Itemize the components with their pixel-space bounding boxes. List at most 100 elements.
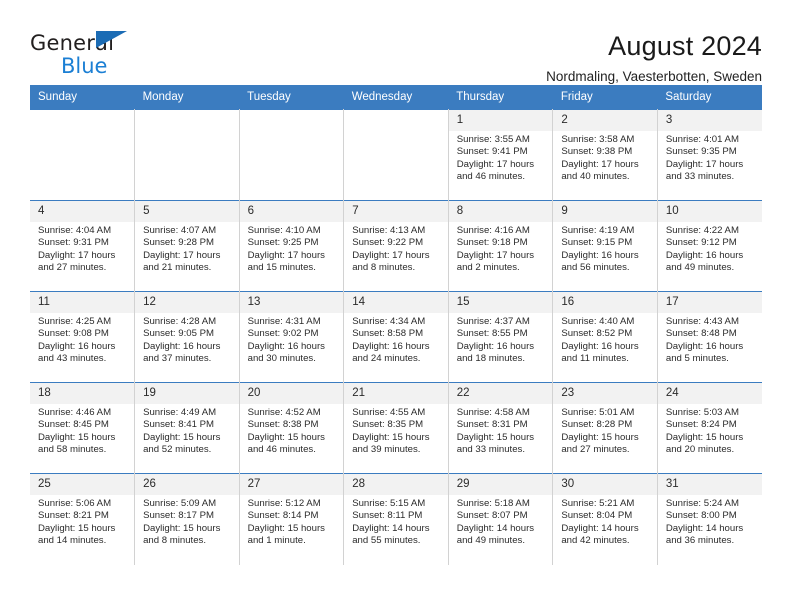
daylight-duration-line1: Daylight: 15 hours: [38, 522, 116, 534]
calendar-day-cell[interactable]: 2 Sunrise: 3:58 AM Sunset: 9:38 PM Daylight…: [552, 109, 658, 201]
logo-triangle-icon: [96, 31, 127, 48]
calendar-day-cell[interactable]: 1 Sunrise: 3:55 AM Sunset: 9:41 PM Daylight…: [447, 109, 554, 201]
day-sun-info: Sunrise: 3:55 AM Sunset: 9:41 PM Daylight:…: [449, 131, 553, 184]
day-sun-info: Sunrise: 4:40 AM Sunset: 8:52 PM Daylight:…: [553, 313, 657, 366]
day-sun-info: Sunrise: 5:18 AM Sunset: 8:07 PM Daylight:…: [449, 495, 553, 548]
calendar-day-cell[interactable]: 24 Sunrise: 5:03 AM Sunset: 8:24 PM Dayligh…: [656, 382, 762, 474]
daylight-duration-line1: Daylight: 17 hours: [143, 249, 221, 261]
calendar-day-cell[interactable]: 16 Sunrise: 4:40 AM Sunset: 8:52 PM Dayligh…: [552, 291, 658, 383]
day-number: 17: [657, 292, 762, 313]
day-sun-info: Sunrise: 4:34 AM Sunset: 8:58 PM Daylight:…: [344, 313, 448, 366]
calendar-day-cell[interactable]: 21 Sunrise: 4:55 AM Sunset: 8:35 PM Dayligh…: [343, 382, 449, 474]
calendar-day-cell[interactable]: 27 Sunrise: 5:12 AM Sunset: 8:14 PM Dayligh…: [238, 473, 345, 565]
day-sun-info: Sunrise: 5:06 AM Sunset: 8:21 PM Daylight:…: [30, 495, 134, 548]
calendar-day-cell[interactable]: 31 Sunrise: 5:24 AM Sunset: 8:00 PM Dayligh…: [656, 473, 762, 565]
daylight-duration-line1: Daylight: 15 hours: [352, 431, 430, 443]
daylight-duration-line2: and 20 minutes.: [665, 444, 735, 456]
daylight-duration-line1: Daylight: 17 hours: [456, 158, 535, 170]
daylight-duration-line1: Daylight: 15 hours: [665, 431, 744, 443]
sunrise-time: Sunrise: 4:25 AM: [38, 316, 112, 327]
calendar-day-cell[interactable]: 18 Sunrise: 4:46 AM Sunset: 8:45 PM Dayligh…: [30, 382, 136, 474]
page-header: General Blue August 2024 Nordmaling, Vae…: [30, 0, 762, 84]
sunrise-time: Sunrise: 5:01 AM: [561, 407, 635, 418]
calendar-day-cell[interactable]: 28 Sunrise: 5:15 AM Sunset: 8:11 PM Dayligh…: [343, 473, 449, 565]
day-number: 31: [657, 474, 762, 495]
daylight-duration-line2: and 15 minutes.: [247, 262, 316, 274]
calendar-day-cell[interactable]: 26 Sunrise: 5:09 AM Sunset: 8:17 PM Dayligh…: [134, 473, 240, 565]
calendar-day-cell[interactable]: 9 Sunrise: 4:19 AM Sunset: 9:15 PM Daylight…: [552, 200, 658, 292]
day-sun-info: Sunrise: 4:55 AM Sunset: 8:35 PM Daylight:…: [344, 404, 448, 457]
sunrise-time: Sunrise: 5:12 AM: [247, 498, 321, 509]
calendar-day-cell[interactable]: 17 Sunrise: 4:43 AM Sunset: 8:48 PM Dayligh…: [656, 291, 762, 383]
daylight-duration-line1: Daylight: 17 hours: [456, 249, 535, 261]
daylight-duration-line1: Daylight: 16 hours: [352, 340, 430, 352]
calendar-day-cell[interactable]: 11 Sunrise: 4:25 AM Sunset: 9:08 PM Dayligh…: [30, 291, 136, 383]
weekday-header-wednesday: Wednesday: [343, 85, 449, 110]
calendar-day-cell[interactable]: 14 Sunrise: 4:34 AM Sunset: 8:58 PM Dayligh…: [343, 291, 449, 383]
daylight-duration-line2: and 8 minutes.: [143, 535, 206, 547]
day-sun-info: Sunrise: 5:24 AM Sunset: 8:00 PM Daylight:…: [658, 495, 762, 548]
sunset-time: Sunset: 8:04 PM: [561, 510, 633, 522]
calendar-day-cell[interactable]: 8 Sunrise: 4:16 AM Sunset: 9:18 PM Daylight…: [447, 200, 554, 292]
day-number: 4: [30, 201, 135, 222]
sunrise-time: Sunrise: 4:49 AM: [143, 407, 217, 418]
calendar-day-cell[interactable]: 10 Sunrise: 4:22 AM Sunset: 9:12 PM Dayligh…: [656, 200, 762, 292]
weekday-header-friday: Friday: [552, 85, 658, 110]
calendar-day-cell[interactable]: 23 Sunrise: 5:01 AM Sunset: 8:28 PM Dayligh…: [552, 382, 658, 474]
sunset-time: Sunset: 8:31 PM: [456, 419, 528, 431]
day-sun-info: Sunrise: 5:21 AM Sunset: 8:04 PM Daylight:…: [553, 495, 657, 548]
day-number: 22: [448, 383, 553, 404]
calendar-day-cell[interactable]: 30 Sunrise: 5:21 AM Sunset: 8:04 PM Dayligh…: [552, 473, 658, 565]
sunrise-time: Sunrise: 4:13 AM: [352, 225, 426, 236]
sunset-time: Sunset: 9:31 PM: [38, 237, 109, 249]
calendar-day-cell[interactable]: 12 Sunrise: 4:28 AM Sunset: 9:05 PM Dayligh…: [134, 291, 240, 383]
sunrise-time: Sunrise: 4:07 AM: [143, 225, 217, 236]
day-sun-info: Sunrise: 4:25 AM Sunset: 9:08 PM Daylight:…: [30, 313, 134, 366]
sunset-time: Sunset: 8:48 PM: [665, 328, 737, 340]
daylight-duration-line2: and 27 minutes.: [38, 262, 107, 274]
calendar-day-cell[interactable]: 6 Sunrise: 4:10 AM Sunset: 9:25 PM Daylight…: [238, 200, 345, 292]
day-number: 23: [553, 383, 657, 404]
calendar-day-cell[interactable]: 20 Sunrise: 4:52 AM Sunset: 8:38 PM Dayligh…: [238, 382, 345, 474]
sunset-time: Sunset: 8:35 PM: [352, 419, 424, 431]
sunrise-time: Sunrise: 5:18 AM: [456, 498, 530, 509]
day-number: 2: [553, 110, 657, 131]
sunrise-time: Sunrise: 5:24 AM: [665, 498, 739, 509]
sunset-time: Sunset: 8:11 PM: [352, 510, 423, 522]
calendar-day-cell[interactable]: 19 Sunrise: 4:49 AM Sunset: 8:41 PM Dayligh…: [134, 382, 240, 474]
calendar-day-cell[interactable]: 25 Sunrise: 5:06 AM Sunset: 8:21 PM Dayligh…: [30, 473, 136, 565]
sunrise-time: Sunrise: 4:28 AM: [143, 316, 217, 327]
daylight-duration-line1: Daylight: 16 hours: [665, 249, 744, 261]
generalblue-logo[interactable]: General Blue: [30, 28, 190, 82]
page-title: August 2024: [608, 31, 762, 61]
daylight-duration-line1: Daylight: 15 hours: [143, 431, 221, 443]
calendar-day-cell[interactable]: 15 Sunrise: 4:37 AM Sunset: 8:55 PM Dayligh…: [447, 291, 554, 383]
daylight-duration-line2: and 58 minutes.: [38, 444, 107, 456]
daylight-duration-line2: and 27 minutes.: [561, 444, 630, 456]
calendar-day-cell[interactable]: 22 Sunrise: 4:58 AM Sunset: 8:31 PM Dayligh…: [447, 382, 554, 474]
calendar-day-cell[interactable]: 4 Sunrise: 4:04 AM Sunset: 9:31 PM Daylight…: [30, 200, 136, 292]
calendar-day-cell[interactable]: 5 Sunrise: 4:07 AM Sunset: 9:28 PM Daylight…: [134, 200, 240, 292]
day-sun-info: Sunrise: 4:01 AM Sunset: 9:35 PM Daylight:…: [658, 131, 762, 184]
sunrise-time: Sunrise: 5:09 AM: [143, 498, 217, 509]
daylight-duration-line1: Daylight: 16 hours: [247, 340, 325, 352]
sunrise-time: Sunrise: 5:06 AM: [38, 498, 112, 509]
daylight-duration-line2: and 39 minutes.: [352, 444, 421, 456]
daylight-duration-line1: Daylight: 16 hours: [143, 340, 221, 352]
calendar-day-cell[interactable]: 7 Sunrise: 4:13 AM Sunset: 9:22 PM Daylight…: [343, 200, 449, 292]
daylight-duration-line1: Daylight: 17 hours: [352, 249, 430, 261]
daylight-duration-line1: Daylight: 15 hours: [143, 522, 221, 534]
sunrise-time: Sunrise: 3:58 AM: [561, 134, 635, 145]
day-number: 8: [448, 201, 553, 222]
day-number: [30, 110, 135, 131]
day-sun-info: Sunrise: 4:43 AM Sunset: 8:48 PM Daylight:…: [658, 313, 762, 366]
sunset-time: Sunset: 8:24 PM: [665, 419, 737, 431]
calendar-day-cell[interactable]: 3 Sunrise: 4:01 AM Sunset: 9:35 PM Daylight…: [656, 109, 762, 201]
calendar-day-cell[interactable]: 29 Sunrise: 5:18 AM Sunset: 8:07 PM Dayligh…: [447, 473, 554, 565]
sunrise-time: Sunrise: 4:19 AM: [561, 225, 635, 236]
daylight-duration-line2: and 49 minutes.: [665, 262, 735, 274]
day-number: 21: [344, 383, 448, 404]
sunrise-time: Sunrise: 5:15 AM: [352, 498, 426, 509]
calendar-day-cell[interactable]: 13 Sunrise: 4:31 AM Sunset: 9:02 PM Dayligh…: [238, 291, 345, 383]
day-number: 26: [135, 474, 239, 495]
